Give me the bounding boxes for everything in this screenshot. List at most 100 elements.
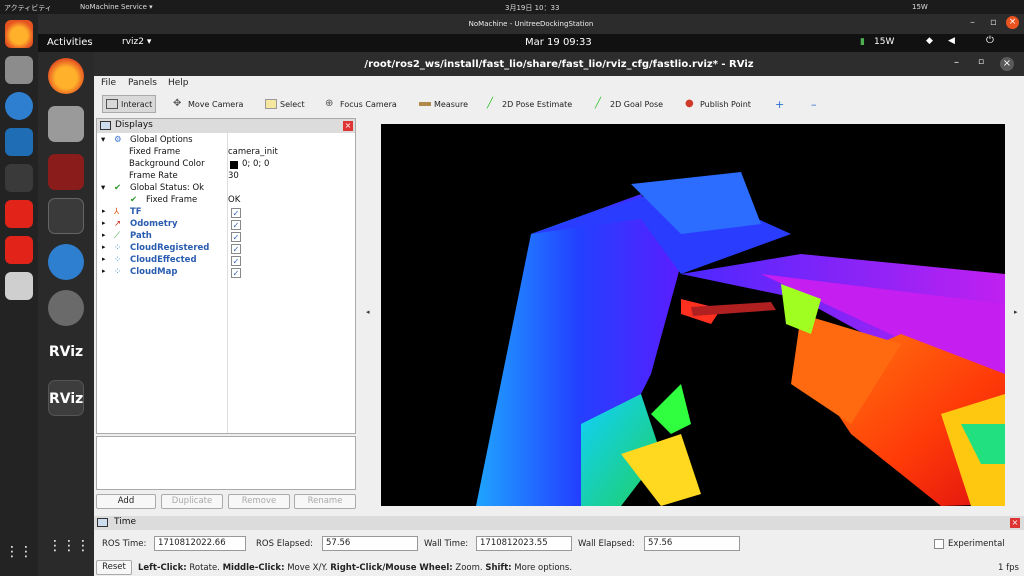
prop-background-color[interactable]: Background Color 0; 0; 0 xyxy=(97,159,355,171)
duplicate-button[interactable]: Duplicate xyxy=(161,494,223,509)
maximize-icon[interactable]: ▫ xyxy=(978,57,984,67)
maximize-icon[interactable]: ▫ xyxy=(990,17,997,28)
rviz-icon[interactable]: RViz xyxy=(48,380,84,416)
files-icon[interactable] xyxy=(48,106,84,142)
close-icon[interactable]: × xyxy=(1000,57,1014,71)
close-panel-icon[interactable]: × xyxy=(343,121,353,131)
tool-select[interactable]: Select xyxy=(262,95,308,113)
tree-global-status[interactable]: ▾ ✔ Global Status: Ok xyxy=(97,183,355,195)
expand-arrow-icon[interactable]: ▸ xyxy=(102,207,106,215)
host-app-menu[interactable]: NoMachine Service ▾ xyxy=(80,3,153,11)
ros-time-field[interactable]: 1710812022.66 xyxy=(154,536,246,551)
remote-top-bar: Activities rviz2 ▾ Mar 19 09:33 ▮ 15W ◆ … xyxy=(38,34,1024,52)
tool-2d-pose-estimate[interactable]: ╱ 2D Pose Estimate xyxy=(484,95,575,113)
minimize-icon[interactable]: – xyxy=(970,17,975,28)
collapse-right-icon[interactable]: ▸ xyxy=(1014,308,1018,316)
display-odometry[interactable]: ▸ ↗ Odometry ✓ xyxy=(97,219,355,231)
pointcloud-icon: ⁘ xyxy=(114,255,122,265)
remote-clock[interactable]: Mar 19 09:33 xyxy=(525,37,592,48)
displays-panel: Displays × ▾ ⚙ Global Options Fixed Fram… xyxy=(96,118,356,434)
wall-time-field[interactable]: 1710812023.55 xyxy=(476,536,572,551)
tool-2d-goal-pose[interactable]: ╱ 2D Goal Pose xyxy=(592,95,666,113)
tool-move-camera[interactable]: ✥ Move Camera xyxy=(170,95,246,113)
tool-focus-camera[interactable]: ⊕ Focus Camera xyxy=(322,95,400,113)
display-cloudregistered[interactable]: ▸ ⁘ CloudRegistered ✓ xyxy=(97,243,355,255)
experimental-checkbox[interactable] xyxy=(934,539,944,549)
tool-interact[interactable]: Interact xyxy=(102,95,157,113)
remote-activities[interactable]: Activities xyxy=(47,37,93,48)
menu-file[interactable]: File xyxy=(101,78,116,88)
collapse-left-icon[interactable]: ◂ xyxy=(366,308,370,316)
display-checkbox[interactable]: ✓ xyxy=(231,256,241,266)
expand-arrow-icon[interactable]: ▸ xyxy=(102,255,106,263)
wifi-icon[interactable]: ◆ xyxy=(926,36,933,46)
apps-grid-icon[interactable]: ⋮⋮⋮ xyxy=(5,544,47,572)
menu-help[interactable]: Help xyxy=(168,78,189,88)
nomachine-monitor-icon[interactable] xyxy=(48,154,84,190)
display-cloudeffected[interactable]: ▸ ⁘ CloudEffected ✓ xyxy=(97,255,355,267)
expand-arrow-icon[interactable]: ▸ xyxy=(102,231,106,239)
firefox-icon[interactable] xyxy=(5,20,33,48)
display-checkbox[interactable]: ✓ xyxy=(231,244,241,254)
display-checkbox[interactable]: ✓ xyxy=(231,232,241,242)
vscode-icon[interactable] xyxy=(5,128,33,156)
display-cloudmap[interactable]: ▸ ⁘ CloudMap ✓ xyxy=(97,267,355,279)
background-color-value[interactable]: 0; 0; 0 xyxy=(242,159,269,169)
nomachine-icon[interactable] xyxy=(5,200,33,228)
minimize-icon[interactable]: – xyxy=(954,57,959,68)
expand-arrow-icon[interactable]: ▸ xyxy=(102,243,106,251)
remove-button[interactable]: Remove xyxy=(228,494,290,509)
render-3d-view[interactable] xyxy=(381,124,1005,506)
prop-fixed-frame[interactable]: Fixed Frame camera_init xyxy=(97,147,355,159)
remote-app-menu[interactable]: rviz2 ▾ xyxy=(122,37,151,47)
help-icon[interactable] xyxy=(5,92,33,120)
close-icon[interactable]: × xyxy=(1006,16,1019,29)
gear-icon: ⚙ xyxy=(114,135,122,145)
power-icon[interactable]: ⏻ xyxy=(986,35,994,46)
terminal-icon[interactable] xyxy=(48,198,84,234)
nomachine-icon[interactable] xyxy=(5,236,33,264)
display-checkbox[interactable]: ✓ xyxy=(231,220,241,230)
firefox-icon[interactable] xyxy=(48,58,84,94)
fixed-frame-value[interactable]: camera_init xyxy=(228,147,278,157)
display-tf[interactable]: ▸ ⅄ TF ✓ xyxy=(97,207,355,219)
reset-button[interactable]: Reset xyxy=(96,560,132,575)
files-icon[interactable] xyxy=(5,56,33,84)
host-activities[interactable]: アクティビティ xyxy=(4,3,52,13)
display-checkbox[interactable]: ✓ xyxy=(231,268,241,278)
search-icon[interactable] xyxy=(5,272,33,300)
remove-tool-button[interactable]: – xyxy=(808,95,820,113)
host-dock: ⋮⋮⋮ xyxy=(0,14,47,576)
expand-arrow-icon[interactable]: ▾ xyxy=(101,135,105,145)
frame-rate-value[interactable]: 30 xyxy=(228,171,239,181)
add-button[interactable]: Add xyxy=(96,494,156,509)
close-panel-icon[interactable]: × xyxy=(1010,518,1020,528)
time-panel-title: Time xyxy=(114,517,137,527)
tool-publish-point[interactable]: ● Publish Point xyxy=(682,95,754,113)
apps-grid-icon[interactable]: ⋮⋮⋮ xyxy=(48,538,90,574)
rviz-icon[interactable]: RViz xyxy=(48,334,84,370)
remote-dock: RViz RViz ⋮⋮⋮ xyxy=(38,52,94,576)
time-row: ROS Time: 1710812022.66 ROS Elapsed: 57.… xyxy=(94,532,1024,554)
help-icon[interactable] xyxy=(48,244,84,280)
display-checkbox[interactable]: ✓ xyxy=(231,208,241,218)
status-fixed-frame[interactable]: ✔ Fixed Frame OK xyxy=(97,195,355,207)
color-swatch[interactable] xyxy=(230,161,238,169)
host-top-bar: アクティビティ NoMachine Service ▾ 3月19日 10：33 … xyxy=(0,0,1024,14)
terminal-icon[interactable] xyxy=(5,164,33,192)
add-tool-button[interactable]: + xyxy=(772,95,787,113)
host-clock[interactable]: 3月19日 10：33 xyxy=(505,3,559,13)
display-path[interactable]: ▸ ⟋ Path ✓ xyxy=(97,231,355,243)
tool-measure[interactable]: Measure xyxy=(416,95,471,113)
rename-button[interactable]: Rename xyxy=(294,494,356,509)
expand-arrow-icon[interactable]: ▸ xyxy=(102,219,106,227)
ros-elapsed-field[interactable]: 57.56 xyxy=(322,536,418,551)
volume-icon[interactable]: ◀ xyxy=(948,36,955,46)
wall-elapsed-field[interactable]: 57.56 xyxy=(644,536,740,551)
software-updater-icon[interactable] xyxy=(48,290,84,326)
expand-arrow-icon[interactable]: ▸ xyxy=(102,267,106,275)
menu-panels[interactable]: Panels xyxy=(128,78,157,88)
prop-frame-rate[interactable]: Frame Rate 30 xyxy=(97,171,355,183)
tree-global-options[interactable]: ▾ ⚙ Global Options xyxy=(97,135,355,147)
expand-arrow-icon[interactable]: ▾ xyxy=(101,183,105,193)
